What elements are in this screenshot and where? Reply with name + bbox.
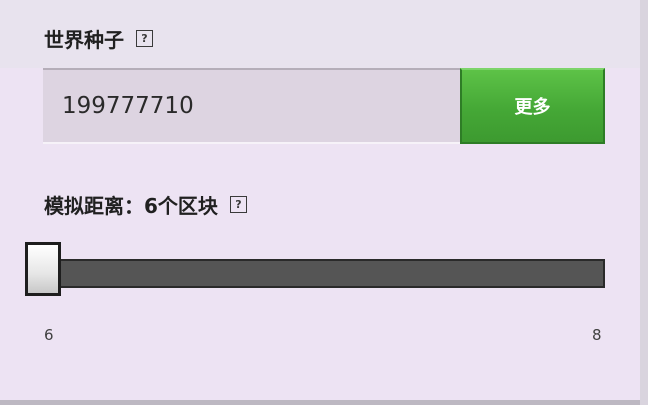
slider-max-label: 8 [592,326,602,344]
simulation-distance-label: 模拟距离：6个区块 [44,194,218,218]
panel-bottom-edge [0,400,640,405]
world-seed-label-row: 世界种子 ? [44,24,153,53]
slider-min-label: 6 [44,326,54,344]
world-seed-input[interactable] [43,68,460,144]
question-box-icon[interactable]: ? [229,196,247,213]
question-box-icon[interactable]: ? [136,30,153,47]
world-seed-label: 世界种子 [44,28,124,52]
simulation-distance-slider-thumb[interactable] [25,242,61,296]
panel-edge [640,0,648,405]
more-button[interactable]: 更多 [460,68,605,144]
simulation-distance-label-row: 模拟距离：6个区块 ? [44,190,247,219]
simulation-distance-slider-track[interactable] [28,259,605,288]
